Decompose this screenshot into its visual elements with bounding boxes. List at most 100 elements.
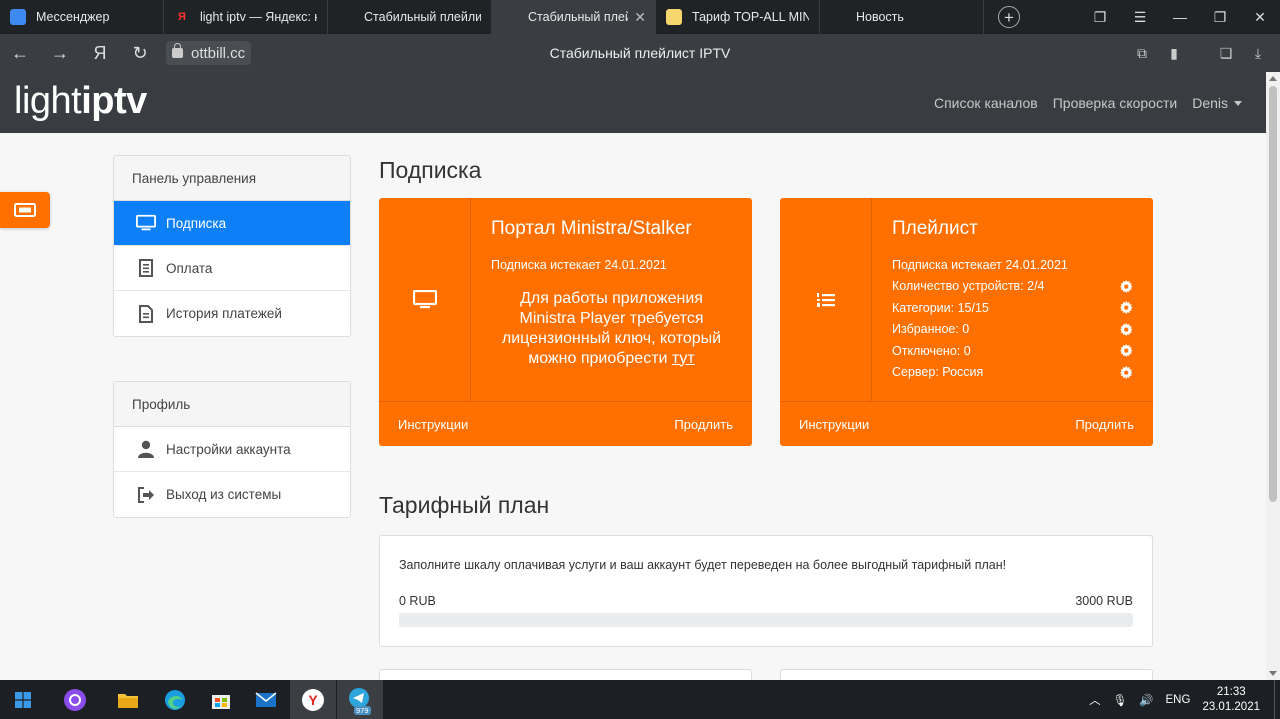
sidebar-item-payment[interactable]: Оплата [114, 246, 350, 291]
support-ticket-button[interactable] [0, 192, 50, 228]
system-tray: ︿ 🎙 🔊 ENG 21:33 23.01.2021 [1089, 680, 1280, 719]
telegram-badge: 979 [354, 706, 371, 715]
url-field[interactable]: ottbill.cc [166, 41, 252, 65]
clock[interactable]: 21:33 23.01.2021 [1202, 685, 1260, 715]
license-key-link[interactable]: тут [672, 350, 695, 367]
playlist-info-row: Количество устройств: 2/4 [892, 276, 1133, 298]
monitor-icon [136, 213, 156, 233]
tariff-plan-heading: Тарифный план [379, 492, 550, 518]
sidebar-item-account-settings[interactable]: Настройки аккаунта [114, 427, 350, 472]
browser-tab[interactable]: Тариф TOP-ALL MINU [656, 0, 820, 34]
user-menu[interactable]: Denis [1192, 95, 1242, 111]
yandex-button[interactable]: Я [80, 34, 120, 72]
scroll-up-icon[interactable] [1269, 76, 1277, 81]
site-header: lightiptv Список каналов Проверка скорос… [0, 72, 1266, 133]
logo-light: light [14, 80, 82, 122]
tab-title: Стабильный плейлис [528, 10, 628, 24]
user-icon [136, 439, 156, 459]
nav-channel-list[interactable]: Список каналов [934, 95, 1038, 111]
translate-icon[interactable]: ⧉ [1126, 45, 1158, 62]
new-tab-button[interactable]: + [998, 6, 1020, 28]
collections-icon[interactable]: ❏ [1210, 45, 1242, 62]
reload-button[interactable]: ↻ [120, 34, 160, 72]
portal-card-title: Портал Ministra/Stalker [491, 218, 692, 239]
scrollbar-thumb[interactable] [1269, 86, 1277, 502]
show-desktop-button[interactable] [1274, 680, 1280, 719]
menu-icon[interactable]: ☰ [1120, 0, 1160, 34]
gear-icon[interactable] [1120, 322, 1133, 336]
profile-panel: Профиль Настройки аккаунта Выход из сист… [113, 381, 351, 518]
mail-button[interactable] [243, 680, 289, 719]
playlist-card-footer: Инструкции Продлить [780, 401, 1153, 446]
restore-button[interactable]: ❐ [1200, 0, 1240, 34]
store-button[interactable] [198, 680, 244, 719]
logo-iptv: iptv [81, 80, 147, 122]
browser-tab[interactable]: Мессенджер [0, 0, 164, 34]
scroll-down-icon[interactable] [1269, 671, 1277, 676]
tariff-plan-box: Заполните шкалу оплачивая услуги и ваш а… [379, 535, 1153, 647]
gear-icon[interactable] [1120, 344, 1133, 358]
monitor-icon [412, 289, 437, 308]
sidebar-item-subscription[interactable]: Подписка [114, 201, 350, 246]
logo[interactable]: lightiptv [14, 80, 147, 123]
volume-icon[interactable]: 🔊 [1139, 693, 1153, 707]
ticket-icon [14, 203, 36, 217]
start-button[interactable] [0, 680, 46, 719]
portal-card-message: Для работы приложения Ministra Player тр… [491, 289, 732, 369]
scale-min: 0 RUB [399, 594, 436, 608]
forward-button[interactable]: → [40, 34, 80, 72]
telegram-button[interactable]: 979 [337, 680, 383, 719]
yandex-browser-button[interactable]: Y [290, 680, 336, 719]
control-panel-title: Панель управления [114, 156, 350, 201]
user-name: Denis [1192, 94, 1228, 111]
control-panel: Панель управления Подписка Оплата Истори… [113, 155, 351, 337]
edge-browser-button[interactable] [152, 680, 198, 719]
nav-speed-test[interactable]: Проверка скорости [1053, 95, 1177, 111]
minimize-button[interactable]: — [1160, 0, 1200, 34]
gear-icon[interactable] [1120, 279, 1133, 293]
sidebar-item-logout[interactable]: Выход из системы [114, 472, 350, 517]
sidebar-item-payment-history[interactable]: История платежей [114, 291, 350, 336]
browser-tab[interactable]: Новость [820, 0, 984, 34]
sidebar-item-label: Подписка [166, 215, 227, 231]
tariff-scale-labels: 0 RUB 3000 RUB [399, 594, 1133, 608]
close-window-button[interactable]: ✕ [1240, 0, 1280, 34]
alice-assistant-button[interactable] [52, 680, 98, 719]
receipt-icon [136, 258, 156, 278]
file-explorer-button[interactable] [105, 680, 151, 719]
site-nav: Список каналов Проверка скорости Denis [934, 72, 1242, 133]
back-button[interactable]: ← [0, 34, 40, 72]
page-scrollbar[interactable] [1266, 72, 1280, 680]
close-tab-icon[interactable]: ✕ [634, 9, 646, 26]
show-hidden-icons[interactable]: ︿ [1089, 692, 1101, 708]
download-icon[interactable]: ⤓ [1242, 45, 1274, 62]
list-ol-icon [816, 292, 835, 307]
playlist-renew-link[interactable]: Продлить [1075, 417, 1134, 432]
portal-renew-link[interactable]: Продлить [674, 417, 733, 432]
microphone-icon[interactable]: 🎙 [1113, 693, 1128, 707]
tabs-overview-icon[interactable]: ❐ [1080, 0, 1120, 34]
portal-instructions-link[interactable]: Инструкции [398, 417, 468, 432]
browser-tab[interactable]: Стабильный плейлис ✕ [492, 0, 656, 34]
browser-tab[interactable]: Стабильный плейлист [328, 0, 492, 34]
playlist-instructions-link[interactable]: Инструкции [799, 417, 869, 432]
portal-card-footer: Инструкции Продлить [379, 401, 752, 446]
sidebar-item-label: Оплата [166, 260, 213, 276]
gear-icon[interactable] [1120, 301, 1133, 315]
portal-card-icon-area [379, 198, 471, 401]
playlist-info-row: Сервер: Россия [892, 362, 1133, 384]
tab-list: Мессенджер Яlight iptv — Яндекс: на Стабил… [0, 0, 984, 34]
url-text: ottbill.cc [191, 44, 246, 62]
browser-tab[interactable]: Яlight iptv — Яндекс: на [164, 0, 328, 34]
gear-icon[interactable] [1120, 365, 1133, 379]
playlist-info-label: Количество устройств: 2/4 [892, 279, 1045, 294]
language-indicator[interactable]: ENG [1166, 694, 1191, 706]
tab-favicon-icon: Я [174, 9, 190, 25]
profile-panel-title: Профиль [114, 382, 350, 427]
playlist-card-icon-area [780, 198, 872, 401]
bookmark-icon[interactable]: ▮ [1158, 45, 1190, 62]
playlist-card-title: Плейлист [892, 218, 978, 239]
scale-max: 3000 RUB [1075, 594, 1133, 608]
store-icon [212, 694, 230, 709]
playlist-info-row: Избранное: 0 [892, 319, 1133, 341]
